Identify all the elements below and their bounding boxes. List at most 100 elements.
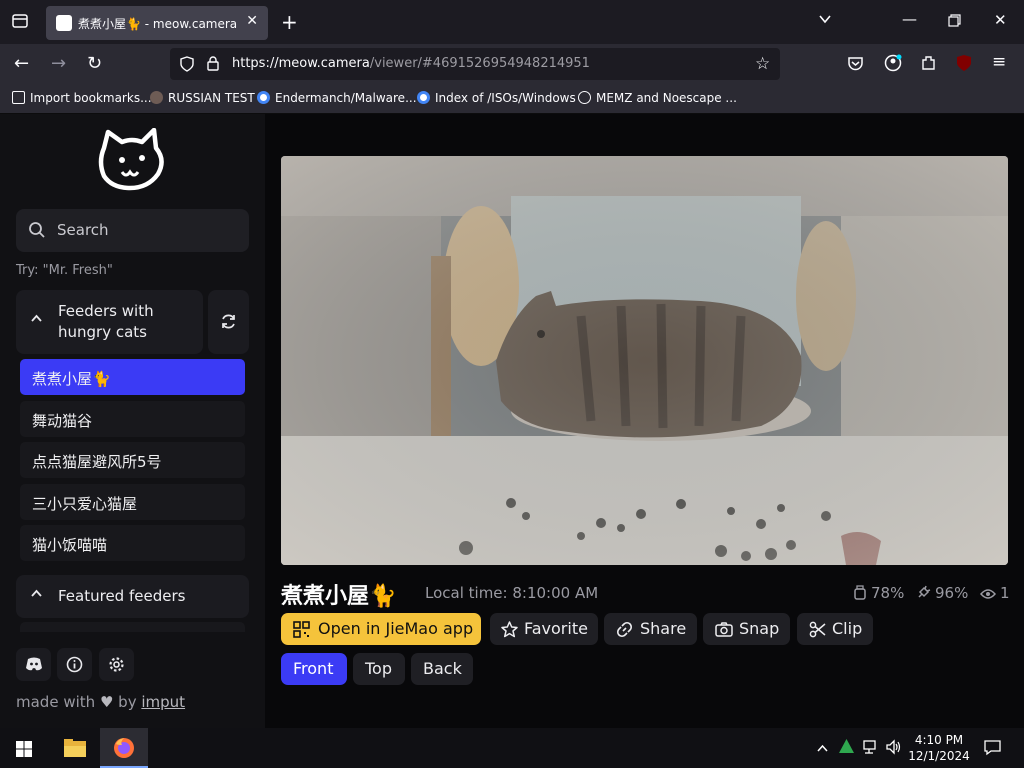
feeder-item[interactable]: 三小只爱心猫屋 [20,484,245,520]
featured-feeder-item-partial[interactable] [20,622,245,632]
plug-icon [918,585,931,598]
viewers-stat: 1 [980,584,1010,602]
ublock-icon[interactable] [955,54,973,76]
tab-list-chevron-icon[interactable] [818,12,832,30]
eye-icon [980,589,996,599]
volume-icon[interactable] [885,739,902,759]
discord-icon [26,657,42,671]
bookmark-star-icon[interactable]: ☆ [755,54,770,74]
meow-camera-page: Search Try: "Mr. Fresh" Feeders with hung… [0,114,1024,728]
open-jiemao-app-button[interactable]: Open in JieMao app [281,613,481,645]
feeder-title: 煮煮小屋🐈 [281,584,397,609]
back-icon[interactable]: ← [14,53,29,74]
snap-label: Snap [739,619,780,638]
clip-label: Clip [832,619,863,638]
bookmark-russian-test[interactable]: RUSSIAN TEST [150,91,255,105]
browser-tab-active[interactable]: 煮煮小屋🐈 - meow.camera ✕ [46,6,268,40]
bookmark-endermanch[interactable]: Endermanch/Malware... [257,91,417,105]
open-jiemao-app-label: Open in JieMao app [318,619,474,638]
cat-favicon-icon [56,15,72,31]
camera-front-button[interactable]: Front [281,653,347,685]
snap-button[interactable]: Snap [703,613,790,645]
sidebar: Search Try: "Mr. Fresh" Feeders with hung… [0,114,265,728]
menu-hamburger-icon[interactable]: ≡ [992,52,1006,72]
globe-icon [578,91,591,104]
camera-top-label: Top [365,659,392,678]
group-hungry-cats-header[interactable]: Feeders with hungry cats [16,290,203,354]
bookmark-import[interactable]: Import bookmarks... [12,91,152,105]
new-tab-icon[interactable]: + [281,10,298,34]
restore-icon[interactable] [948,13,961,31]
firefox-icon [114,738,134,758]
feeder-item[interactable]: 煮煮小屋🐈 [20,359,245,395]
extensions-icon[interactable] [920,54,937,75]
import-icon [12,91,25,104]
camera-video-feed[interactable] [281,156,1008,565]
cat-logo-icon[interactable] [96,128,168,194]
minimize-icon[interactable]: — [902,10,917,28]
file-explorer-icon[interactable] [63,738,87,762]
settings-button[interactable] [99,648,134,681]
tray-app-icon[interactable] [838,738,855,759]
feeder-item[interactable]: 猫小饭喵喵 [20,525,245,561]
feeder-item[interactable]: 点点猫屋避风所5号 [20,442,245,478]
clip-button[interactable]: Clip [797,613,873,645]
scissors-icon [809,621,826,638]
discord-button[interactable] [16,648,51,681]
account-icon[interactable] [884,54,902,76]
lock-icon[interactable] [206,55,220,75]
share-label: Share [640,619,687,638]
search-placeholder: Search [57,221,109,239]
star-icon [501,621,518,638]
heart-icon: ♥ [99,693,114,711]
firefox-view-icon[interactable] [11,12,29,34]
taskbar-clock[interactable]: 4:10 PM 12/1/2024 [906,732,972,764]
favorite-button[interactable]: Favorite [490,613,598,645]
group-featured-header[interactable]: Featured feeders [16,575,249,618]
tab-close-icon[interactable]: ✕ [246,13,258,29]
camera-back-label: Back [423,659,462,678]
gear-icon [109,657,124,672]
tab-title: 煮煮小屋🐈 - meow.camera [78,17,238,31]
search-icon [29,222,45,238]
browser-nav-bar: ← → ↻ https://meow.camera/viewer/#469152… [0,44,1024,84]
camera-back-button[interactable]: Back [411,653,473,685]
clock-date: 12/1/2024 [908,749,970,763]
google-icon [257,91,270,104]
tracking-shield-icon[interactable] [179,56,195,76]
group-featured-label: Featured feeders [58,587,186,605]
firefox-taskbar-item[interactable] [100,728,148,768]
tray-chevron-icon[interactable] [816,740,829,759]
group-hungry-cats-label: Feeders with hungry cats [58,302,154,341]
video-frame [281,156,1008,565]
refresh-icon [222,314,235,329]
food-bag-icon [854,585,866,600]
battery-level-stat: 96% [916,584,968,602]
bookmark-memz[interactable]: MEMZ and Noescape ... [578,91,737,105]
google-icon [417,91,430,104]
search-input[interactable]: Search [16,209,249,252]
camera-top-button[interactable]: Top [353,653,405,685]
address-bar[interactable]: https://meow.camera/viewer/#469152695494… [170,48,780,80]
notifications-icon[interactable] [984,739,1001,760]
forward-icon[interactable]: → [51,53,66,74]
search-hint: Try: "Mr. Fresh" [16,263,113,278]
info-button[interactable] [57,648,92,681]
local-time: Local time: 8:10:00 AM [425,584,599,602]
close-window-icon[interactable]: ✕ [994,11,1007,29]
share-button[interactable]: Share [604,613,697,645]
url-text[interactable]: https://meow.camera/viewer/#469152695494… [232,56,590,71]
windows-taskbar: 4:10 PM 12/1/2024 [0,728,1024,768]
feeder-item[interactable]: 舞动猫谷 [20,401,245,437]
clock-time: 4:10 PM [914,733,964,747]
windows-start-icon[interactable] [16,741,32,761]
bookmark-index-isos[interactable]: Index of /ISOs/Windows [417,91,576,105]
imput-link[interactable]: imput [141,693,185,711]
pocket-icon[interactable] [847,55,864,76]
network-icon[interactable] [862,739,879,759]
reload-icon[interactable]: ↻ [87,53,102,74]
chevron-up-icon [30,587,43,604]
refresh-button[interactable] [208,290,249,354]
bookmarks-bar: Import bookmarks... RUSSIAN TEST Enderma… [0,84,1024,114]
qr-code-icon [293,621,310,638]
